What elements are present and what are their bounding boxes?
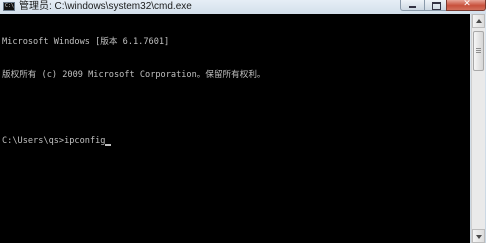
- vertical-scrollbar[interactable]: [471, 14, 485, 243]
- thumb-grip-line: [476, 52, 481, 53]
- close-button[interactable]: ✕: [446, 0, 486, 11]
- console-line-copyright: 版权所有 (c) 2009 Microsoft Corporation。保留所有…: [2, 70, 266, 80]
- text-cursor: [105, 144, 112, 146]
- console-output: Microsoft Windows [版本 6.1.7601] 版权所有 (c)…: [2, 15, 468, 169]
- scroll-up-button[interactable]: [472, 14, 485, 28]
- close-icon: ✕: [463, 0, 471, 9]
- arrow-down-icon: [476, 235, 482, 239]
- arrow-up-icon: [476, 19, 482, 23]
- command-prompt-line[interactable]: C:\Users\qs>ipconfig: [2, 136, 468, 147]
- minimize-icon: [409, 6, 416, 8]
- maximize-icon: [432, 2, 441, 10]
- console-line-version: Microsoft Windows [版本 6.1.7601]: [2, 37, 170, 47]
- title-bar[interactable]: C:\ 管理员: C:\windows\system32\cmd.exe ✕: [0, 0, 486, 14]
- cmd-console-icon[interactable]: C:\: [3, 2, 15, 11]
- command-input[interactable]: C:\Users\qs>ipconfig: [2, 136, 105, 147]
- cmd-window: C:\ 管理员: C:\windows\system32\cmd.exe ✕ M…: [0, 0, 486, 243]
- window-title: 管理员: C:\windows\system32\cmd.exe: [19, 1, 192, 12]
- scroll-thumb[interactable]: [473, 31, 484, 71]
- console-area[interactable]: Microsoft Windows [版本 6.1.7601] 版权所有 (c)…: [0, 14, 470, 243]
- window-controls: ✕: [400, 0, 486, 11]
- thumb-grip-line: [476, 48, 481, 49]
- scroll-down-button[interactable]: [472, 229, 485, 243]
- maximize-button[interactable]: [424, 0, 446, 11]
- minimize-button[interactable]: [400, 0, 424, 11]
- thumb-grip-line: [476, 50, 481, 51]
